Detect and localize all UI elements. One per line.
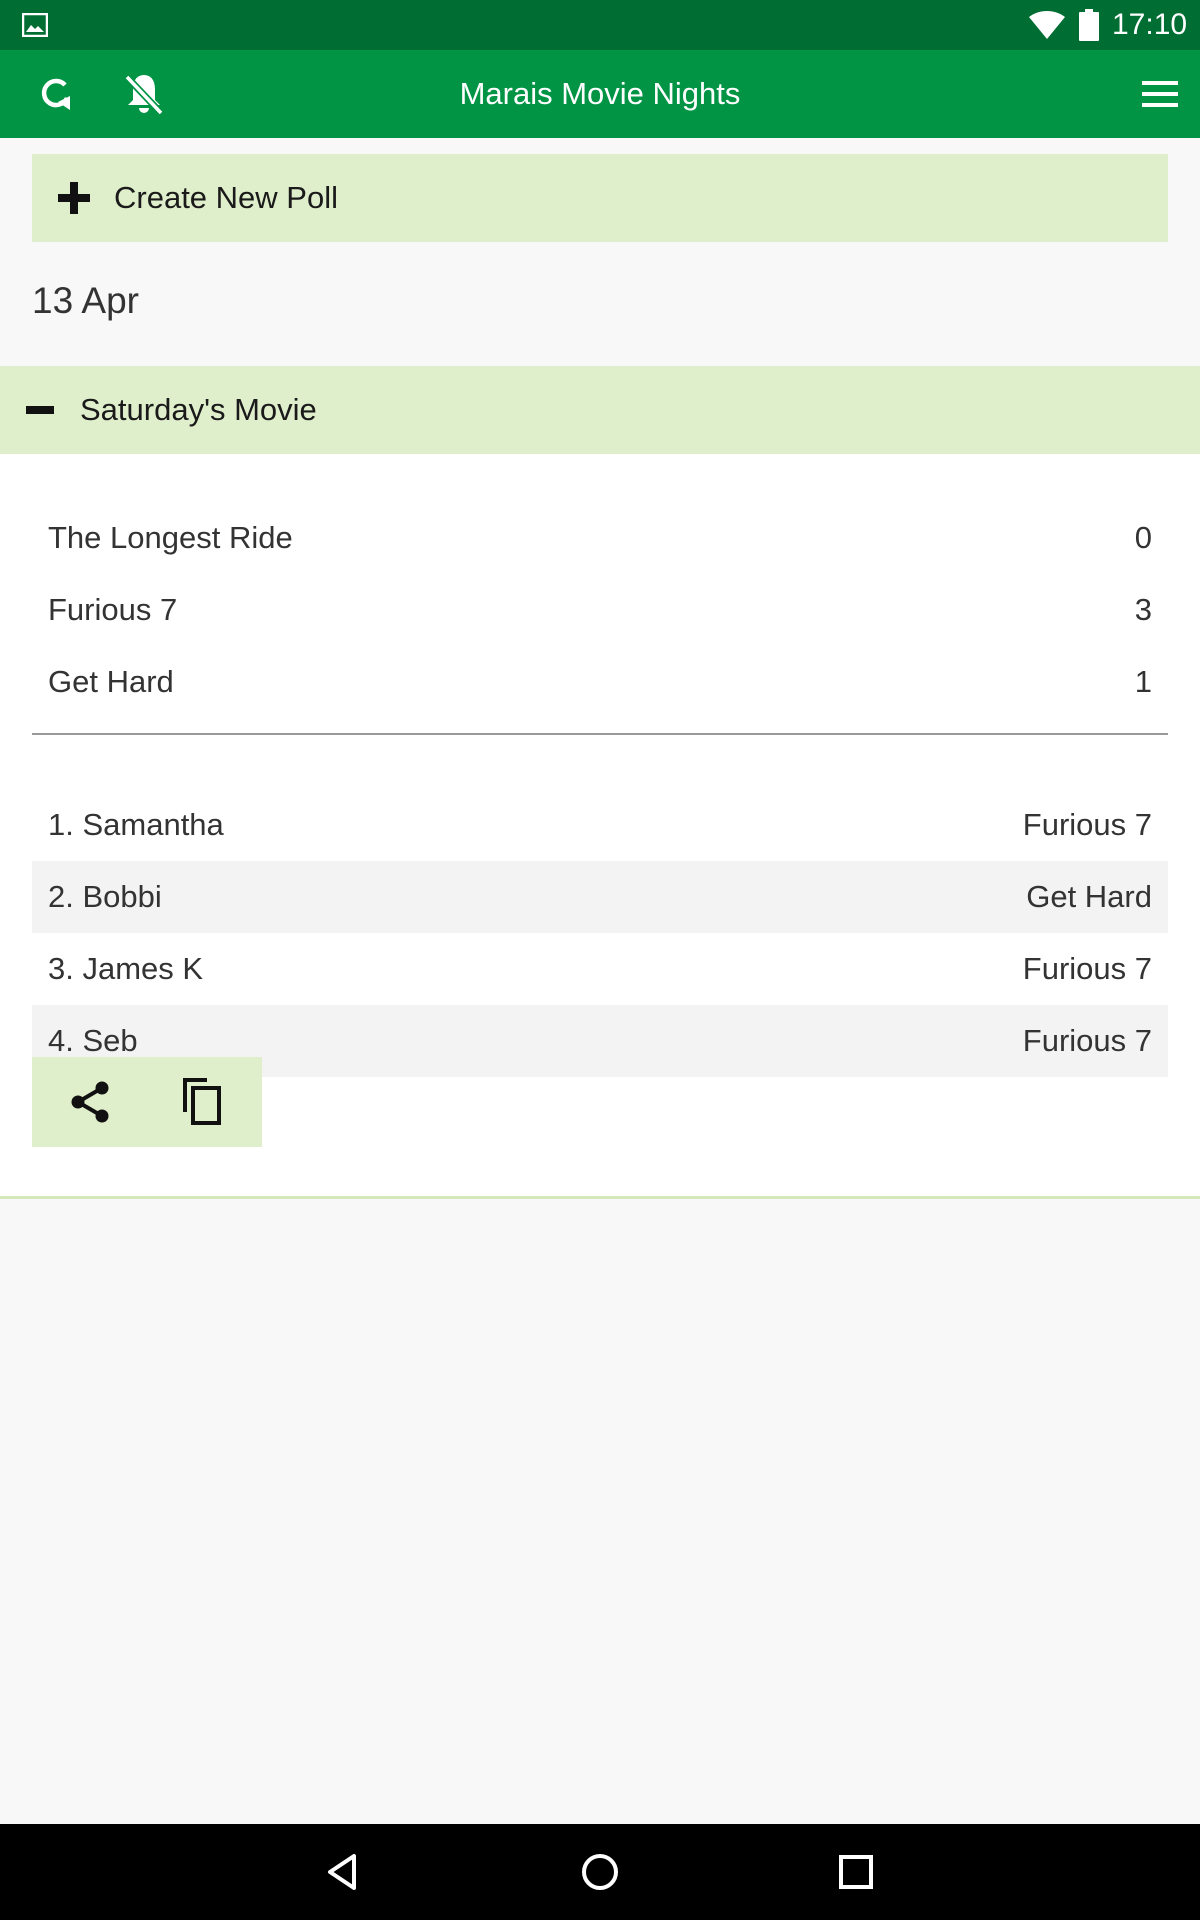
voter-name: 3. James K <box>48 951 204 986</box>
copy-button[interactable] <box>174 1074 230 1130</box>
create-new-poll-label: Create New Poll <box>114 180 338 215</box>
back-icon <box>328 1854 356 1890</box>
menu-icon <box>1142 81 1178 107</box>
app-bar: Marais Movie Nights <box>0 50 1200 138</box>
voter-choice: Furious 7 <box>1022 1023 1152 1058</box>
result-row: The Longest Ride 0 <box>48 502 1152 574</box>
voter-choice: Get Hard <box>1026 879 1152 914</box>
poll-title: Saturday's Movie <box>80 392 317 427</box>
result-count: 0 <box>1134 520 1152 555</box>
voter-choice: Furious 7 <box>1022 951 1152 986</box>
plus-icon <box>58 182 90 214</box>
app-title: Marais Movie Nights <box>459 76 741 111</box>
share-icon <box>71 1081 109 1123</box>
back-button[interactable] <box>316 1844 372 1900</box>
result-row: Get Hard 1 <box>48 646 1152 718</box>
poll-body: The Longest Ride 0 Furious 7 3 Get Hard … <box>0 454 1200 1199</box>
vote-row: 3. James K Furious 7 <box>32 933 1168 1005</box>
result-count: 1 <box>1134 664 1152 699</box>
battery-icon <box>1079 9 1099 41</box>
vote-row: 2. Bobbi Get Hard <box>32 861 1168 933</box>
recents-button[interactable] <box>828 1844 884 1900</box>
result-count: 3 <box>1134 592 1152 627</box>
result-movie: The Longest Ride <box>48 520 293 555</box>
voter-choice: Furious 7 <box>1022 807 1152 842</box>
home-button[interactable] <box>572 1844 628 1900</box>
copy-icon <box>183 1078 221 1125</box>
voter-name: 2. Bobbi <box>48 879 162 914</box>
poll-header[interactable]: Saturday's Movie <box>0 366 1200 454</box>
recents-icon <box>839 1855 873 1889</box>
date-heading: 13 Apr <box>32 280 139 321</box>
home-icon <box>582 1854 618 1890</box>
share-button[interactable] <box>62 1074 118 1130</box>
menu-button[interactable] <box>1132 66 1188 122</box>
result-movie: Furious 7 <box>48 592 178 627</box>
voter-name: 1. Samantha <box>48 807 224 842</box>
create-new-poll-button[interactable]: Create New Poll <box>32 154 1168 242</box>
status-time: 17:10 <box>1112 8 1188 41</box>
system-nav-bar <box>0 1824 1200 1920</box>
vote-row: 1. Samantha Furious 7 <box>32 789 1168 861</box>
result-movie: Get Hard <box>48 664 174 699</box>
divider <box>32 733 1168 735</box>
collapse-minus-icon <box>26 406 54 414</box>
wifi-icon <box>1029 11 1065 39</box>
result-row: Furious 7 3 <box>48 574 1152 646</box>
image-notification-icon <box>22 13 48 37</box>
poll-actions <box>32 1057 262 1147</box>
status-bar: 17:10 <box>0 0 1200 50</box>
